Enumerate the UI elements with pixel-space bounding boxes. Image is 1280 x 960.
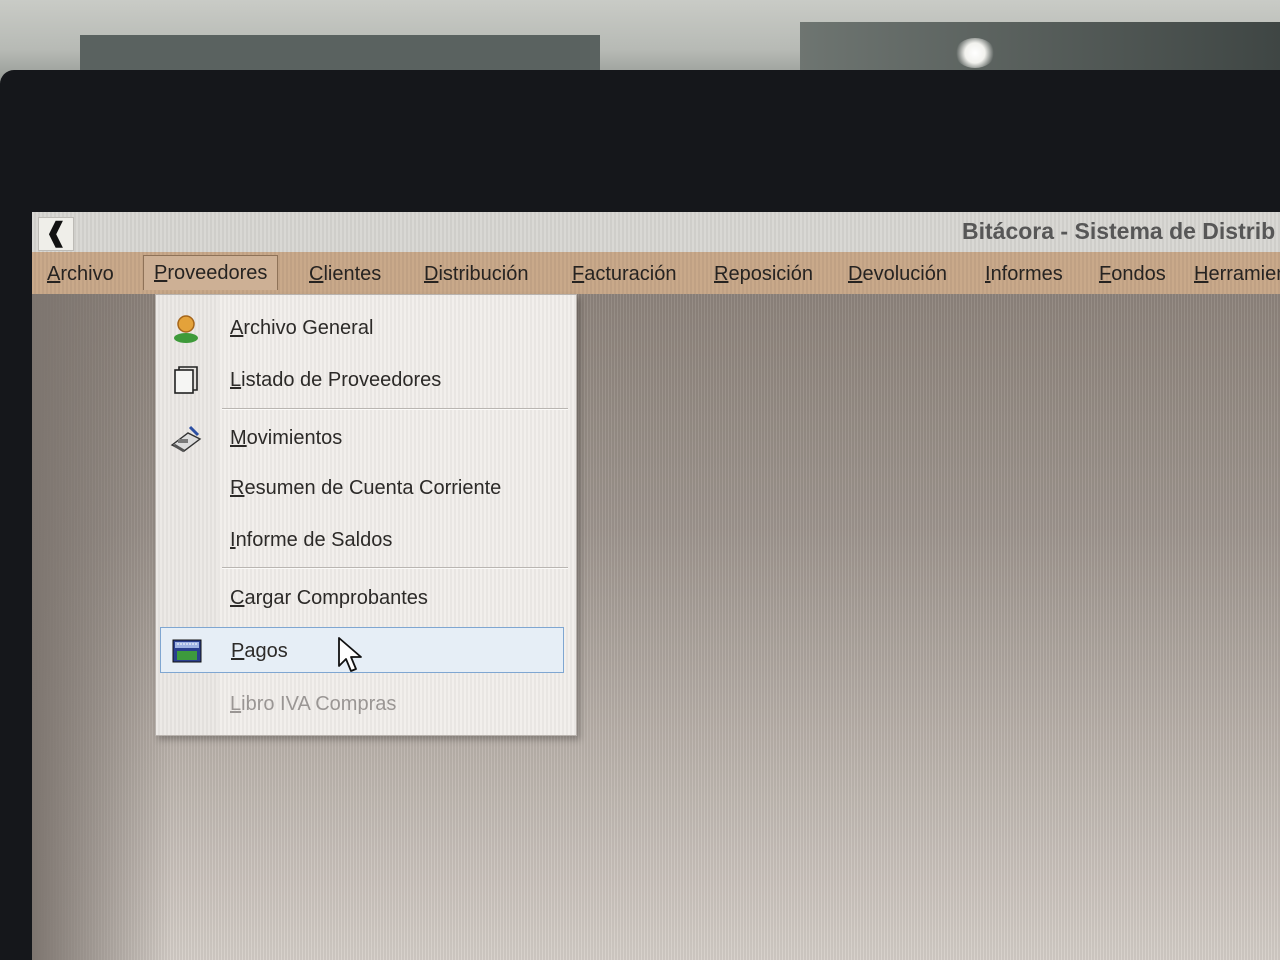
- menu-devolucion-accel: D: [848, 263, 863, 285]
- menu-devolucion-label: evolución: [862, 263, 947, 285]
- menu-herramientas-accel: H: [1194, 263, 1209, 285]
- menu-separator: [222, 567, 568, 569]
- menuitem-listado-proveedores[interactable]: Listado de Proveedores: [160, 357, 564, 403]
- menuitem-libro-iva-compras: Libro IVA Compras: [160, 681, 564, 727]
- menu-fondos-accel: F: [1099, 263, 1112, 285]
- menu-reposicion[interactable]: Reposición: [714, 259, 813, 289]
- app-window: ❰ Bitácora - Sistema de Distrib Archivo …: [32, 212, 1280, 960]
- menu-proveedores[interactable]: Proveedores: [143, 255, 279, 290]
- menu-herramientas[interactable]: Herramien: [1194, 259, 1280, 289]
- menu-fondos-label: ondos: [1111, 263, 1166, 285]
- app-icon[interactable]: ❰: [38, 217, 74, 251]
- menu-bar: Archivo Proveedores Clientes Distribució…: [32, 252, 1280, 294]
- menu-facturacion-label: acturación: [584, 263, 677, 285]
- menu-archivo[interactable]: Archivo: [47, 259, 114, 289]
- menu-informes-label: nformes: [990, 263, 1063, 285]
- ceiling-light: [955, 38, 995, 68]
- menuitem-libro-iva-compras-label: Libro IVA Compras: [230, 693, 397, 715]
- menuitem-archivo-general-label: Archivo General: [230, 317, 374, 339]
- room-window: [80, 35, 600, 75]
- menuitem-resumen-cuenta-corriente[interactable]: Resumen de Cuenta Corriente: [160, 465, 564, 511]
- menu-distribucion-label: istribución: [438, 263, 529, 285]
- title-bar: ❰ Bitácora - Sistema de Distrib: [32, 212, 1280, 252]
- menuitem-archivo-general[interactable]: Archivo General: [160, 305, 564, 351]
- menu-clientes-accel: C: [309, 263, 324, 285]
- payment-card-icon: [172, 639, 202, 663]
- menu-distribucion[interactable]: Distribución: [424, 259, 529, 289]
- person-icon: [174, 315, 198, 343]
- menu-informes[interactable]: Informes: [985, 259, 1063, 289]
- menu-proveedores-label: roveedores: [167, 262, 268, 284]
- menu-separator: [222, 408, 568, 410]
- mouse-pointer-icon: [338, 637, 362, 672]
- menuitem-listado-proveedores-label: Listado de Proveedores: [230, 369, 442, 391]
- menu-herramientas-label: erramien: [1208, 263, 1280, 285]
- cash-register-icon: [170, 425, 202, 453]
- window-title: Bitácora - Sistema de Distrib: [962, 218, 1276, 244]
- document-stack-icon: [174, 366, 198, 394]
- menuitem-pagos-label: Pagos: [231, 640, 288, 662]
- menu-reposicion-accel: R: [714, 263, 729, 285]
- menu-proveedores-accel: P: [154, 262, 168, 284]
- menuitem-resumen-cuenta-corriente-label: Resumen de Cuenta Corriente: [230, 477, 502, 499]
- menu-devolucion[interactable]: Devolución: [848, 259, 947, 289]
- menuitem-cargar-comprobantes[interactable]: Cargar Comprobantes: [160, 575, 564, 621]
- menu-facturacion[interactable]: Facturación: [572, 259, 677, 289]
- menu-archivo-accel: A: [47, 263, 61, 285]
- menuitem-movimientos-label: Movimientos: [230, 427, 343, 449]
- menu-archivo-label: rchivo: [60, 263, 114, 285]
- room-window-right: [800, 22, 1280, 72]
- menu-reposicion-label: eposición: [728, 263, 813, 285]
- menu-clientes-label: lientes: [323, 263, 382, 285]
- menuitem-cargar-comprobantes-label: Cargar Comprobantes: [230, 587, 428, 609]
- menuitem-informe-saldos[interactable]: Informe de Saldos: [160, 517, 564, 563]
- menuitem-informe-saldos-label: Informe de Saldos: [230, 529, 393, 551]
- menu-facturacion-accel: F: [572, 263, 585, 285]
- workspace-shadow: [32, 294, 172, 960]
- menu-fondos[interactable]: Fondos: [1099, 259, 1166, 289]
- menu-distribucion-accel: D: [424, 263, 439, 285]
- menuitem-movimientos[interactable]: Movimientos: [160, 415, 564, 461]
- menu-clientes[interactable]: Clientes: [309, 259, 381, 289]
